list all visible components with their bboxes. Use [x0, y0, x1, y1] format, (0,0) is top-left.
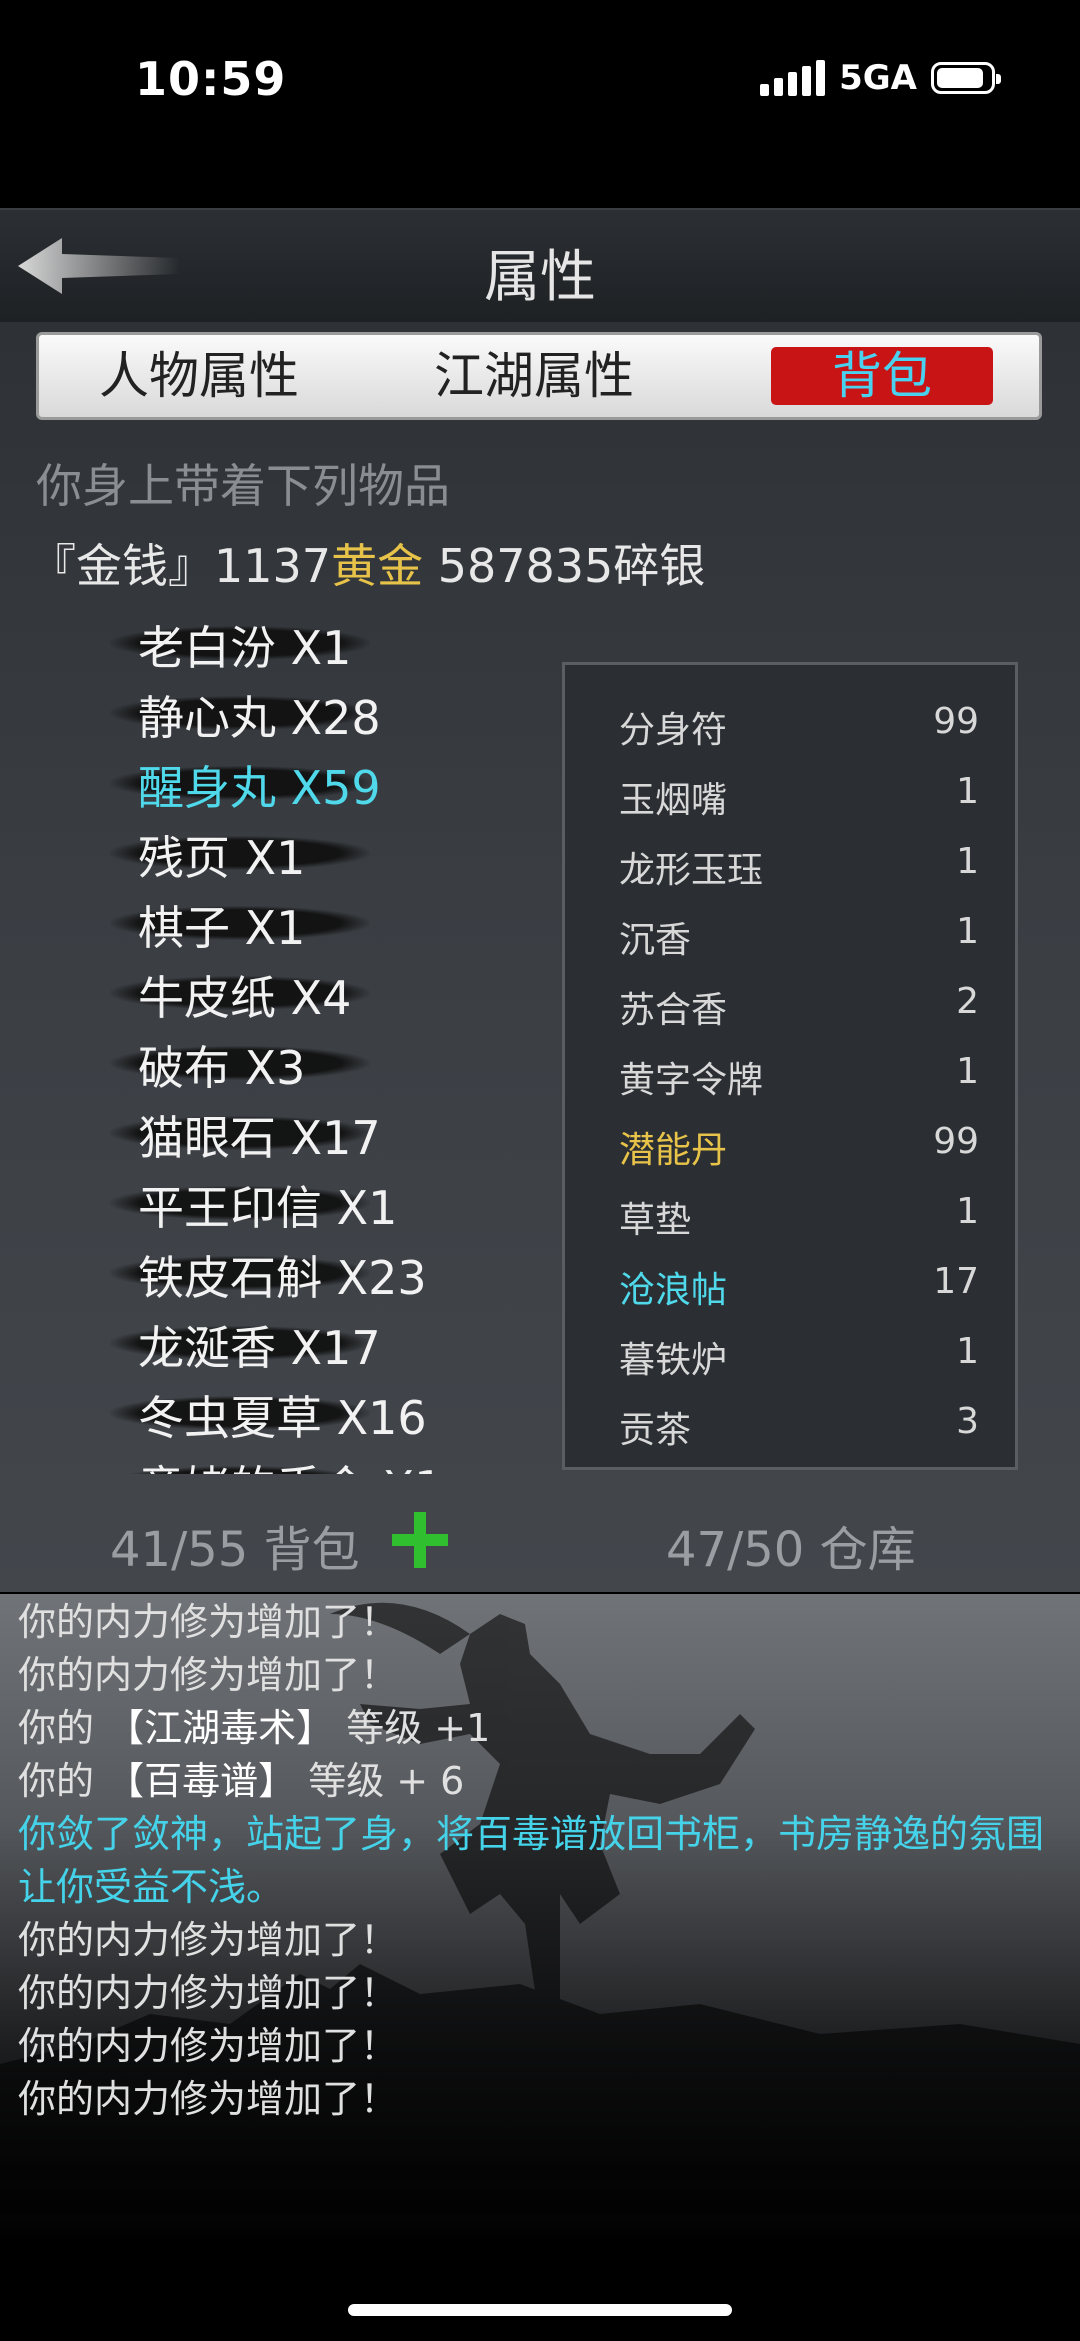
list-item[interactable]: 铁皮石斛 X23: [100, 1238, 540, 1308]
storage-row[interactable]: 沉香 1: [565, 895, 1015, 965]
storage-list[interactable]: 分身符 99 玉烟嘴 1 龙形玉珏 1 沉香 1 苏合香 2 黄字令牌 1 潜能丹 99 草垫…: [562, 662, 1018, 1470]
money-gold-label: 黄金: [331, 539, 424, 593]
list-item[interactable]: 牛皮纸 X4: [100, 958, 540, 1028]
signal-icon: [760, 60, 826, 96]
log-line: 你的内力修为增加了！: [18, 2077, 399, 2121]
storage-row[interactable]: 潜能丹 99: [565, 1105, 1015, 1175]
log-line: 你的内力修为增加了！: [18, 1918, 399, 1962]
network-type: 5GA: [839, 58, 917, 98]
tab-backpack[interactable]: 背包: [771, 347, 993, 405]
list-item[interactable]: 猫眼石 X17: [100, 1098, 540, 1168]
log-line: 你敛了敛神，站起了身，将百毒谱放回书柜，书房静逸的氛围让你受益不浅。: [18, 1812, 1045, 1909]
list-item[interactable]: 破布 X3: [100, 1028, 540, 1098]
log-line: 你的 【江湖毒术】 等级 +1: [18, 1706, 491, 1750]
money-prefix: 『金钱』1137: [30, 539, 332, 593]
storage-row[interactable]: 龙形玉珏 1: [565, 825, 1015, 895]
status-icons: 5GA: [760, 58, 1001, 98]
storage-row[interactable]: 草垫 1: [565, 1175, 1015, 1245]
log-line: 你的内力修为增加了！: [18, 1600, 399, 1644]
storage-row[interactable]: 贡茶 3: [565, 1385, 1015, 1455]
list-item[interactable]: 冬虫夏草 X16: [100, 1378, 540, 1448]
message-log: 你的内力修为增加了！ 你的内力修为增加了！ 你的 【江湖毒术】 等级 +1 你的…: [18, 1596, 1058, 2126]
tab-character-attributes[interactable]: 人物属性: [99, 347, 299, 405]
page-title: 属性: [484, 245, 596, 310]
add-capacity-icon[interactable]: [392, 1512, 448, 1568]
bag-capacity: 41/55 背包: [110, 1522, 360, 1578]
money-suffix: 587835碎银: [423, 539, 706, 593]
log-line: 你的内力修为增加了！: [18, 1653, 399, 1697]
storage-row[interactable]: 分身符 99: [565, 685, 1015, 755]
tab-jianghu-attributes[interactable]: 江湖属性: [434, 347, 634, 405]
home-indicator[interactable]: [348, 2304, 732, 2316]
list-item[interactable]: 童姥的手令 X1: [100, 1448, 540, 1474]
storage-row[interactable]: 苏合香 2: [565, 965, 1015, 1035]
list-item[interactable]: 龙涎香 X17: [100, 1308, 540, 1378]
storage-row[interactable]: 暮铁炉 1: [565, 1315, 1015, 1385]
list-item[interactable]: 残页 X1: [100, 818, 540, 888]
list-item[interactable]: 醒身丸 X59: [100, 748, 540, 818]
title-bar: 属性: [0, 208, 1080, 324]
log-line: 你的内力修为增加了！: [18, 1971, 399, 2015]
tab-bar: 人物属性 江湖属性 背包: [36, 332, 1042, 420]
log-line: 你的内力修为增加了！: [18, 2024, 399, 2068]
list-item[interactable]: 老白汾 X1: [100, 608, 540, 678]
storage-row[interactable]: 沧浪帖 17: [565, 1245, 1015, 1315]
list-item[interactable]: 平王印信 X1: [100, 1168, 540, 1238]
log-line: 你的 【百毒谱】 等级 + 6: [18, 1759, 465, 1803]
status-bar: 10:59 5GA: [0, 0, 1080, 160]
storage-row[interactable]: 玉烟嘴 1: [565, 755, 1015, 825]
carried-items-list[interactable]: 老白汾 X1 静心丸 X28 醒身丸 X59 残页 X1 棋子 X1 牛皮纸 X…: [100, 608, 540, 1474]
list-item[interactable]: 棋子 X1: [100, 888, 540, 958]
warehouse-capacity[interactable]: 47/50 仓库: [666, 1510, 916, 1580]
battery-icon: [931, 62, 1001, 94]
money-display: 『金钱』1137黄金 587835碎银: [30, 530, 705, 596]
storage-row[interactable]: 黄字令牌 1: [565, 1035, 1015, 1105]
status-time: 10:59: [135, 52, 287, 106]
list-item[interactable]: 静心丸 X28: [100, 678, 540, 748]
inventory-subtitle: 你身上带着下列物品: [36, 459, 450, 513]
